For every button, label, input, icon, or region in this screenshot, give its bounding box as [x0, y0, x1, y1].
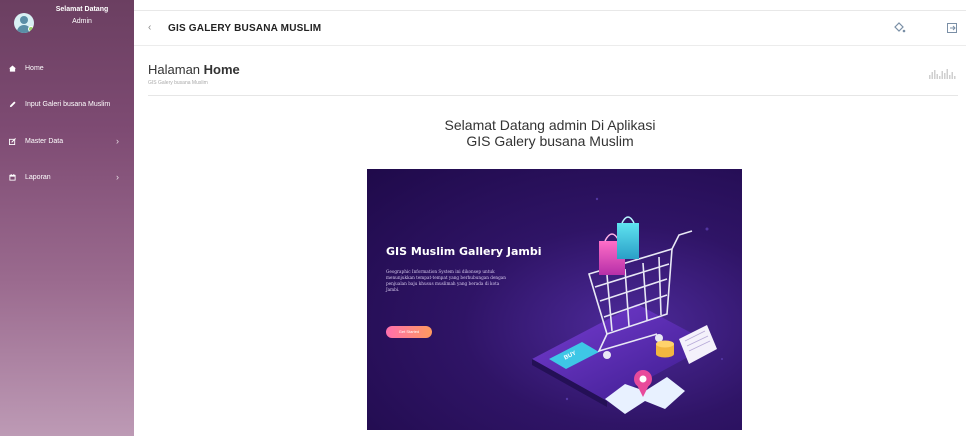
sidebar: Selamat Datang Admin Home Input Galeri b… [0, 0, 134, 436]
edit-icon [9, 138, 16, 145]
sidebar-toggle-button[interactable]: ‹ [148, 22, 151, 33]
get-started-button: Get Started [386, 326, 432, 338]
logout-icon[interactable] [945, 21, 959, 35]
sidebar-item-home[interactable]: Home [0, 59, 134, 79]
profile-role: Admin [72, 18, 92, 25]
hero-banner: GIS Muslim Gallery Jambi Geographic Info… [367, 169, 742, 430]
hero-title: GIS Muslim Gallery Jambi [386, 245, 542, 258]
profile-welcome: Selamat Datang [55, 6, 109, 13]
bar-chart-icon [928, 66, 956, 79]
sidebar-item-laporan[interactable]: Laporan › [0, 168, 134, 188]
pencil-icon [9, 101, 16, 108]
welcome-heading-line2: GIS Galery busana Muslim [466, 133, 634, 149]
online-status-dot [28, 26, 34, 32]
chevron-right-icon: › [116, 172, 119, 182]
page-title-prefix: Halaman [148, 62, 201, 77]
hero-description: Geographic Information System ini dikons… [386, 269, 506, 292]
home-icon [9, 65, 16, 72]
calendar-icon [9, 174, 16, 181]
sidebar-item-label: Home [25, 65, 44, 72]
sidebar-item-label: Laporan [25, 174, 51, 181]
page-divider [148, 95, 958, 96]
sidebar-item-label: Input Galeri busana Muslim [25, 101, 111, 108]
welcome-heading-line1: Selamat Datang admin Di Aplikasi [444, 117, 656, 133]
avatar [14, 13, 34, 33]
chevron-right-icon: › [116, 136, 119, 146]
page-title: Halaman Home [148, 62, 240, 77]
sidebar-item-label: Master Data [25, 138, 64, 145]
page-subtitle: GIS Galery busana Muslim [148, 80, 208, 86]
sidebar-item-input-galeri[interactable]: Input Galeri busana Muslim [0, 95, 134, 115]
user-profile: Selamat Datang Admin [0, 0, 134, 46]
paint-bucket-icon[interactable] [892, 21, 906, 35]
page-title-strong: Home [203, 62, 240, 77]
app-title: GIS GALERY BUSANA MUSLIM [168, 23, 322, 34]
top-navbar: ‹ GIS GALERY BUSANA MUSLIM [134, 10, 966, 46]
sidebar-item-master-data[interactable]: Master Data › [0, 132, 134, 152]
shopping-cart-illustration [532, 197, 723, 414]
